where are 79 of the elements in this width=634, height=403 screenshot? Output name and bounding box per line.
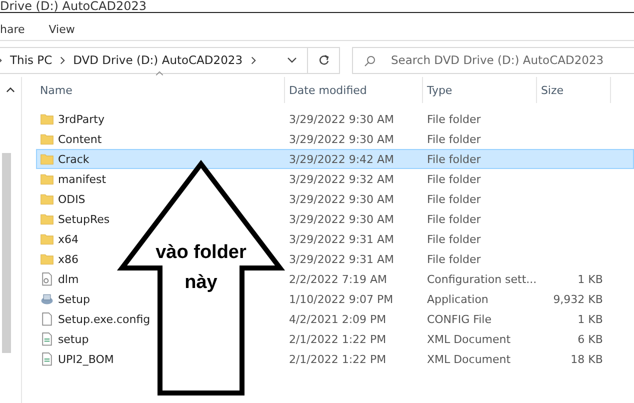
- date-cell-text: 2/2/2022 7:19 AM: [288, 272, 388, 286]
- date-cell-text: 2/1/2022 1:22 PM: [288, 332, 388, 346]
- column-header[interactable]: Size: [536, 77, 611, 103]
- size-cell-text: 1 KB: [576, 272, 604, 286]
- ribbon-tab[interactable]: View: [48, 23, 75, 40]
- search-icon: [364, 54, 376, 66]
- date-cell-text: 3/29/2022 9:42 AM: [288, 152, 396, 166]
- refresh-button[interactable]: [308, 46, 340, 74]
- type-cell-text: File folder: [426, 232, 482, 246]
- breadcrumb[interactable]: DVD Drive (D:) AutoCAD2023: [73, 53, 243, 67]
- date-cell-text: 3/29/2022 9:31 AM: [288, 232, 396, 246]
- folder-icon: [40, 232, 54, 246]
- file-name: x64: [58, 232, 78, 246]
- callout-text: vào folder này: [154, 241, 248, 295]
- date-cell-text: 3/29/2022 9:30 AM: [288, 192, 396, 206]
- folder-icon: [40, 192, 54, 206]
- scroll-up-icon[interactable]: [6, 87, 15, 93]
- type-cell-text: File folder: [426, 192, 482, 206]
- file-name: ODIS: [58, 192, 86, 206]
- type-cell-text: File folder: [426, 212, 482, 226]
- type-cell-text: CONFIG File: [426, 312, 493, 326]
- folder-icon: [40, 252, 54, 266]
- size-cell-text: 18 KB: [570, 352, 604, 366]
- size-cell-text: 6 KB: [576, 332, 604, 346]
- date-cell-text: 2/1/2022 1:22 PM: [288, 352, 388, 366]
- xml-file-icon: [40, 352, 54, 366]
- type-cell-text: Application: [426, 292, 490, 306]
- column-header[interactable]: Type: [422, 77, 537, 103]
- folder-icon: [40, 212, 54, 226]
- installer-icon: [40, 292, 54, 306]
- type-cell-text: File folder: [426, 172, 482, 186]
- file-name: manifest: [58, 172, 106, 186]
- search-field[interactable]: Search DVD Drive (D:) AutoCAD2023: [352, 46, 634, 74]
- file-name: 3rdParty: [58, 112, 104, 126]
- date-cell-text: 3/29/2022 9:31 AM: [288, 252, 396, 266]
- file-name: setup: [58, 332, 89, 346]
- window-title: Drive (D:) AutoCAD2023: [0, 0, 146, 12]
- scrollbar-thumb[interactable]: [2, 153, 11, 353]
- type-cell-text: File folder: [426, 152, 482, 166]
- file-name: Crack: [58, 152, 90, 166]
- file-icon: [40, 312, 54, 326]
- date-cell-text: 4/2/2021 2:09 PM: [288, 312, 388, 326]
- type-cell-text: XML Document: [426, 352, 512, 366]
- folder-icon: [40, 172, 54, 186]
- file-name: dlm: [58, 272, 79, 286]
- file-name: UPI2_BOM: [58, 352, 114, 366]
- type-cell-text: Configuration sett...: [426, 272, 537, 286]
- file-name: Setup: [58, 292, 90, 306]
- file-name: x86: [58, 252, 78, 266]
- type-cell-text: File folder: [426, 252, 482, 266]
- folder-icon: [40, 132, 54, 146]
- folder-icon: [40, 152, 54, 166]
- date-cell-text: 3/29/2022 9:30 AM: [288, 212, 396, 226]
- size-cell-text: 9,932 KB: [552, 292, 604, 306]
- file-name: SetupRes: [58, 212, 110, 226]
- type-cell-text: File folder: [426, 132, 482, 146]
- date-cell-text: 1/10/2022 9:07 PM: [288, 292, 394, 306]
- settings-file-icon: [40, 272, 54, 286]
- date-cell-text: 3/29/2022 9:30 AM: [288, 132, 396, 146]
- chevron-icon: [250, 56, 256, 64]
- column-header[interactable]: Date modified: [284, 77, 423, 103]
- date-cell-text: 3/29/2022 9:30 AM: [288, 112, 396, 126]
- type-cell-text: XML Document: [426, 332, 512, 346]
- type-cell-text: File folder: [426, 112, 482, 126]
- refresh-icon: [318, 54, 330, 66]
- sort-caret-icon: [154, 71, 164, 76]
- size-cell-text: 1 KB: [576, 312, 604, 326]
- file-name: Setup.exe.config: [58, 312, 150, 326]
- chevron-icon: [60, 56, 66, 64]
- file-name: Content: [58, 132, 102, 146]
- address-bar[interactable]: This PC DVD Drive (D:) AutoCAD2023: [0, 46, 308, 74]
- dropdown-icon[interactable]: [287, 57, 297, 63]
- folder-icon: [40, 112, 54, 126]
- ribbon-tab[interactable]: hare: [0, 23, 25, 40]
- column-header[interactable]: Name: [36, 77, 285, 103]
- breadcrumb[interactable]: This PC: [10, 53, 52, 67]
- date-cell-text: 3/29/2022 9:32 AM: [288, 172, 396, 186]
- xml-file-icon: [40, 332, 54, 346]
- selection-highlight[interactable]: [36, 149, 634, 169]
